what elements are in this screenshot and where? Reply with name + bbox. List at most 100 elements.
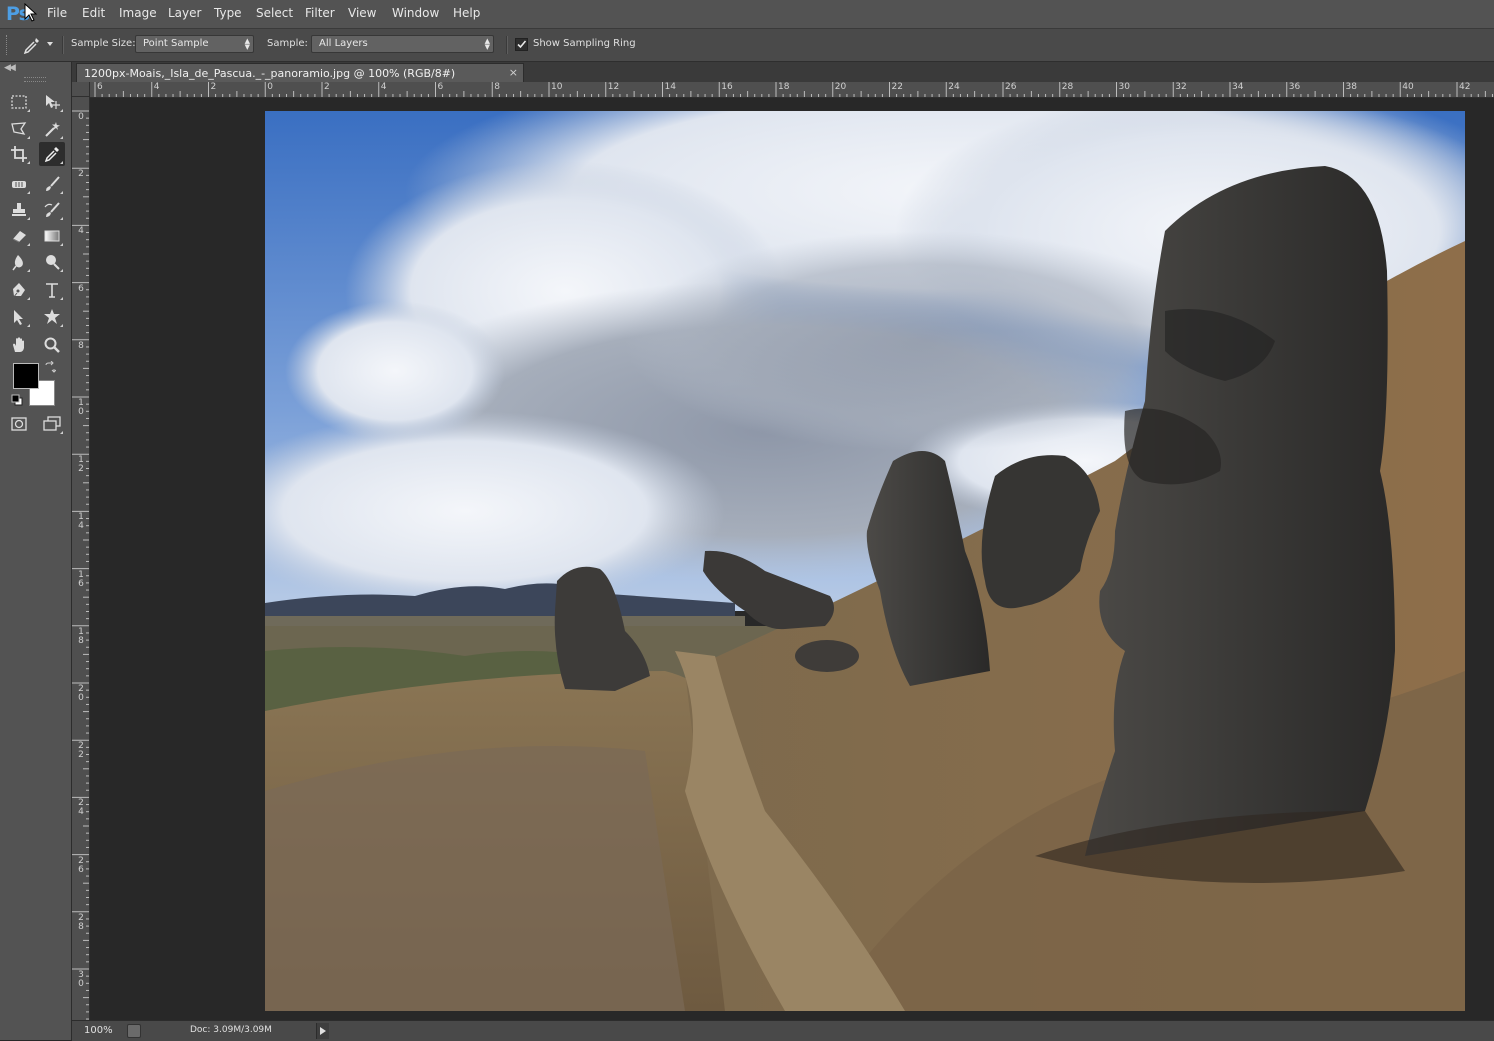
sample-size-select[interactable]: Point Sample ▲ ▼ [135, 35, 254, 53]
dodge-icon[interactable] [39, 250, 65, 274]
ruler-label: 42 [1459, 82, 1471, 92]
ruler-label: 6 [78, 283, 84, 294]
menu-view[interactable]: View [348, 6, 376, 20]
ruler-label: 8 [494, 82, 500, 92]
menu-edit[interactable]: Edit [82, 6, 105, 20]
ruler-label: 0 [267, 82, 273, 92]
eraser-icon[interactable] [6, 224, 32, 248]
swap-colors-icon[interactable] [44, 361, 56, 373]
vertical-ruler[interactable]: 024681012141618202224262830 [72, 97, 90, 1020]
status-bar: 100% Doc: 3.09M/3.09M [72, 1020, 1494, 1041]
zoom-level[interactable]: 100% [84, 1025, 113, 1036]
document-tab[interactable]: 1200px-Moais,_Isla_de_Pascua._-_panorami… [76, 63, 524, 82]
ruler-label: 0 [78, 112, 84, 122]
pen-icon[interactable] [6, 278, 32, 302]
sample-label: Sample: [267, 38, 308, 49]
preset-dropdown-arrow-icon[interactable] [47, 42, 53, 46]
horizontal-ruler-ticks [94, 82, 1493, 97]
document-image[interactable] [265, 111, 1465, 1011]
magic-wand-icon[interactable] [39, 117, 65, 141]
path-selection-icon[interactable] [6, 305, 32, 329]
sample-value: All Layers [319, 38, 368, 49]
ruler-label: 6 [97, 82, 103, 92]
sample-size-label: Sample Size: [71, 38, 136, 49]
eyedropper-preset-icon[interactable] [22, 35, 42, 55]
document-profile-icon[interactable] [127, 1024, 141, 1038]
document-size-info: Doc: 3.09M/3.09M [190, 1025, 272, 1035]
panel-grip[interactable] [24, 77, 46, 82]
ruler-label: 24 [948, 82, 960, 92]
mouse-cursor-icon [24, 3, 38, 22]
select-arrows-icon: ▲ ▼ [484, 37, 490, 51]
ruler-label: 20 [834, 82, 847, 92]
crop-icon[interactable] [6, 142, 32, 166]
move-icon[interactable] [39, 90, 65, 114]
custom-shape-icon[interactable] [39, 305, 65, 329]
ruler-label: 18 [78, 626, 84, 646]
history-brush-icon[interactable] [39, 198, 65, 222]
ruler-label: 32 [1175, 82, 1187, 92]
menu-image[interactable]: Image [119, 6, 157, 20]
quick-mask-icon[interactable] [6, 412, 32, 436]
ruler-label: 12 [607, 82, 620, 92]
sample-size-value: Point Sample [143, 38, 209, 49]
screen-mode-icon[interactable] [39, 412, 65, 436]
ruler-origin[interactable] [72, 82, 90, 97]
menu-select[interactable]: Select [256, 6, 293, 20]
divider [62, 36, 64, 54]
ruler-label: 28 [78, 912, 84, 932]
menu-file[interactable]: File [47, 6, 67, 20]
ruler-label: 4 [78, 226, 84, 237]
ruler-label: 16 [721, 82, 733, 92]
hand-icon[interactable] [6, 333, 32, 357]
ruler-label: 18 [778, 82, 790, 92]
ruler-label: 2 [324, 82, 330, 92]
menu-type[interactable]: Type [214, 6, 242, 20]
close-icon[interactable]: × [509, 66, 518, 79]
ruler-label: 14 [78, 512, 84, 532]
brush-icon[interactable] [39, 172, 65, 196]
clone-stamp-icon[interactable] [6, 198, 32, 222]
ruler-label: 16 [78, 569, 84, 589]
type-icon[interactable] [39, 278, 65, 302]
eyedropper-icon[interactable] [39, 142, 65, 166]
ruler-label: 26 [1005, 82, 1017, 92]
show-sampling-ring-label: Show Sampling Ring [533, 38, 636, 49]
sample-select[interactable]: All Layers ▲ ▼ [311, 35, 494, 53]
ruler-label: 22 [78, 741, 84, 761]
menu-window[interactable]: Window [392, 6, 439, 20]
ruler-label: 40 [1402, 82, 1414, 92]
tools-panel: ◀◀ [0, 62, 72, 1040]
foreground-color-swatch[interactable] [13, 363, 39, 389]
rectangular-marquee-icon[interactable] [6, 90, 32, 114]
polygonal-lasso-icon[interactable] [6, 117, 32, 141]
moai-landscape-photo [265, 111, 1465, 1011]
collapse-panel-icon[interactable]: ◀◀ [4, 63, 16, 73]
default-colors-icon[interactable] [11, 394, 23, 406]
document-tab-strip: 1200px-Moais,_Isla_de_Pascua._-_panorami… [72, 62, 1494, 82]
ruler-label: 26 [78, 855, 84, 875]
zoom-icon[interactable] [39, 333, 65, 357]
ruler-label: 14 [664, 82, 676, 92]
menu-help[interactable]: Help [453, 6, 480, 20]
gradient-icon[interactable] [39, 224, 65, 248]
spot-healing-icon[interactable] [6, 172, 32, 196]
blur-icon[interactable] [6, 250, 32, 274]
ruler-label: 36 [1288, 82, 1301, 92]
document-tab-title: 1200px-Moais,_Isla_de_Pascua._-_panorami… [84, 67, 456, 80]
ruler-label: 30 [78, 970, 84, 989]
show-sampling-ring-checkbox[interactable] [515, 38, 528, 51]
ruler-label: 4 [153, 82, 160, 92]
menu-filter[interactable]: Filter [305, 6, 335, 20]
ruler-label: 10 [78, 398, 84, 417]
ruler-label: 10 [551, 82, 563, 92]
play-arrow-icon [320, 1027, 326, 1035]
menu-bar: Ps File Edit Image Layer Type Select Fil… [0, 0, 1494, 29]
select-arrows-icon: ▲ ▼ [244, 37, 250, 51]
status-menu-button[interactable] [316, 1023, 329, 1039]
ruler-label: 38 [1345, 82, 1357, 92]
horizontal-ruler[interactable]: 6 4 2 0 2 4 6 8 10 12 14 16 18 20 22 24 26 28 30 32 34 36 38 40… [90, 82, 1494, 98]
ruler-label: 4 [380, 82, 387, 92]
menu-layer[interactable]: Layer [168, 6, 201, 20]
ruler-label: 6 [437, 82, 444, 92]
